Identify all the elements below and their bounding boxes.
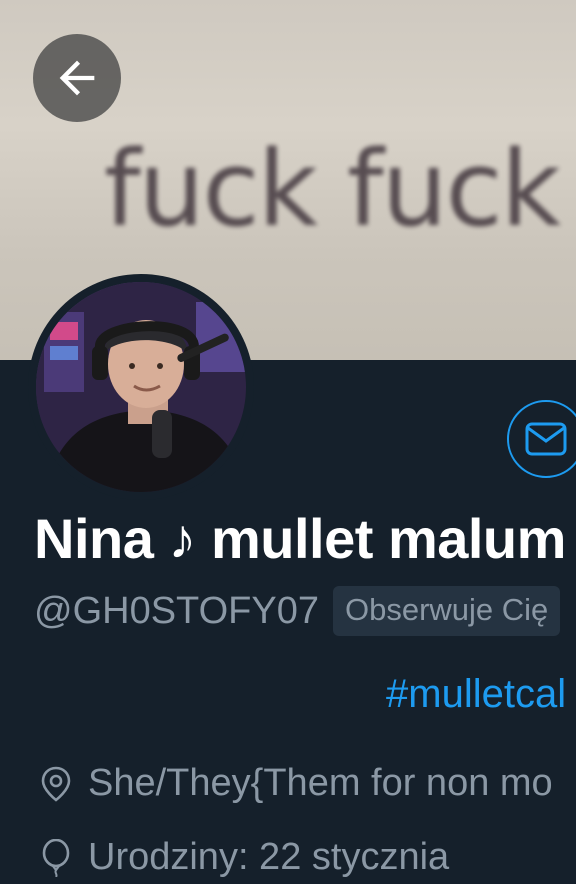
envelope-icon — [525, 422, 567, 456]
display-name: Nina ♪ mullet malum — [34, 507, 566, 570]
location-row: She/They{Them for non mo — [36, 762, 553, 805]
bio-hashtag-link[interactable]: #mulletcal — [386, 672, 566, 717]
profile-handle: @GH0STOFY07 — [34, 589, 319, 632]
back-button[interactable] — [33, 34, 121, 122]
location-text: She/They{Them for non mo — [88, 762, 553, 804]
avatar[interactable] — [36, 282, 246, 492]
message-button[interactable] — [507, 400, 576, 478]
avatar-image — [36, 282, 246, 492]
handle-row: @GH0STOFY07 Obserwuje Cię — [34, 586, 561, 636]
avatar-ring — [28, 274, 254, 500]
birthday-row: Urodziny: 22 stycznia — [36, 836, 449, 879]
balloon-icon — [36, 838, 76, 878]
location-pin-icon — [36, 764, 76, 804]
follows-you-badge: Obserwuje Cię — [332, 586, 561, 636]
birthday-text: Urodziny: 22 stycznia — [88, 836, 450, 878]
arrow-left-icon — [59, 60, 95, 96]
banner-text: fuck fuck f — [104, 128, 576, 250]
